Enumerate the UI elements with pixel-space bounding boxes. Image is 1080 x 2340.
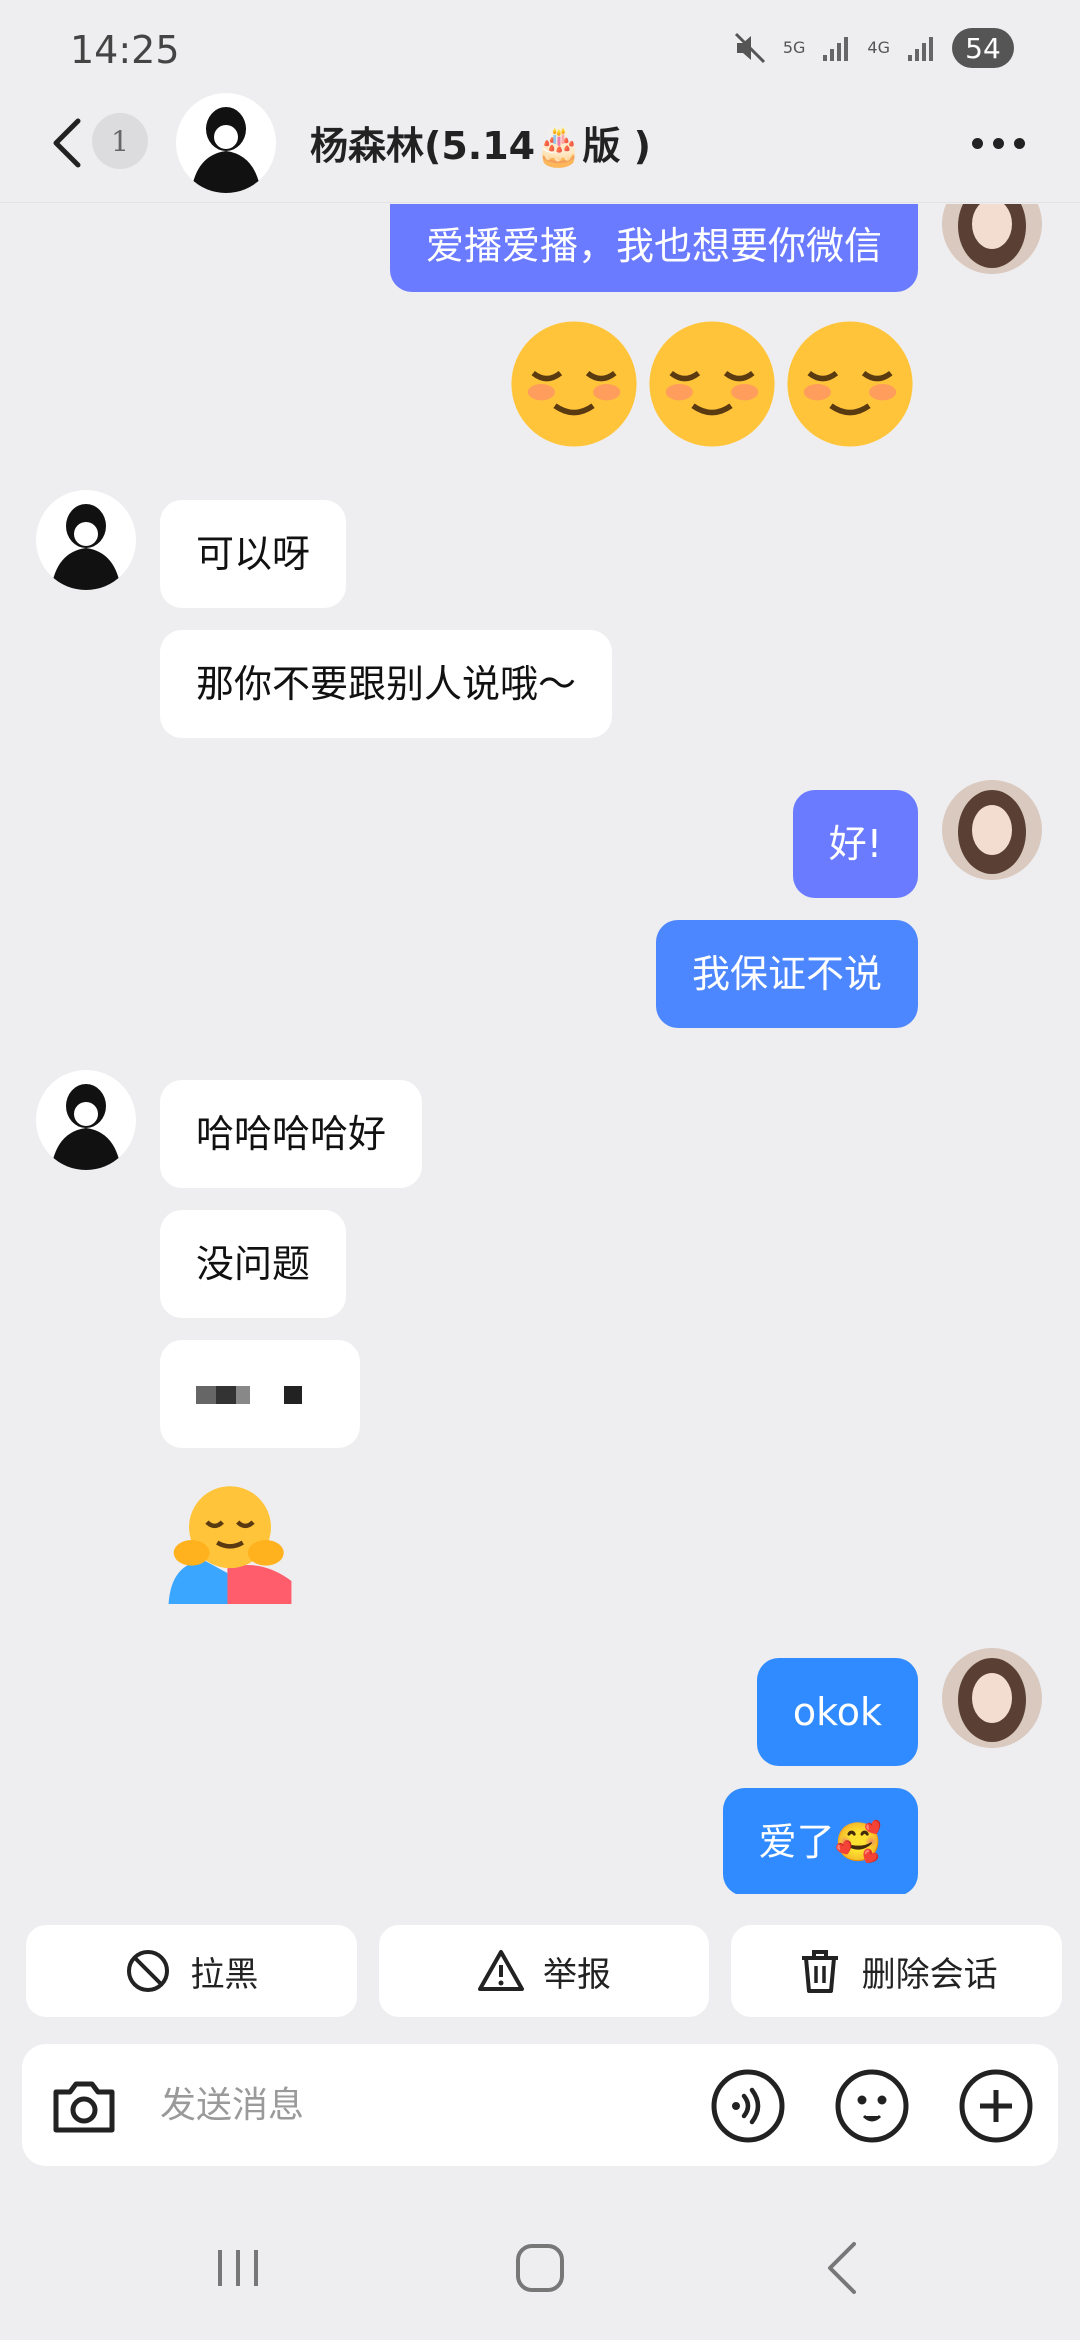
system-navigation-bar [0, 2200, 1080, 2340]
report-label: 举报 [543, 1954, 611, 1995]
message-bubble-out[interactable]: 我保证不说 [655, 920, 918, 1028]
contact-message-avatar[interactable] [36, 490, 136, 590]
status-time: 14:25 [70, 28, 180, 72]
battery-indicator: 54 [952, 28, 1014, 68]
contact-avatar[interactable] [176, 93, 276, 193]
chevron-left-icon[interactable] [48, 113, 88, 173]
more-dot [1014, 137, 1025, 149]
network-5g-label: 5G [782, 38, 806, 57]
warning-icon [478, 1950, 524, 1991]
message-composer [22, 2044, 1058, 2166]
block-button[interactable]: 拉黑 [26, 1925, 357, 2017]
plus-icon[interactable] [958, 2068, 1034, 2144]
relieved-face-emoji[interactable] [506, 316, 642, 452]
signal-icon [823, 37, 849, 61]
contact-name: 杨森林(5.14🎂版 ) [310, 124, 652, 168]
delete-label: 删除会话 [861, 1954, 998, 1995]
network-4g-label: 4G [867, 38, 890, 57]
camera-icon[interactable] [48, 2070, 120, 2142]
message-input[interactable] [160, 2068, 680, 2142]
my-avatar[interactable] [942, 204, 1042, 274]
censored-message-bubble[interactable] [160, 1340, 360, 1448]
report-button[interactable]: 举报 [378, 1925, 710, 2017]
emoji-icon[interactable] [834, 2068, 910, 2144]
trash-icon [801, 1950, 838, 1993]
message-bubble-in[interactable]: 哈哈哈哈好 [160, 1080, 423, 1188]
relieved-face-emoji[interactable] [644, 316, 780, 452]
back-nav-icon[interactable] [814, 2238, 874, 2298]
my-avatar[interactable] [942, 780, 1042, 880]
message-list: 爱播爱播，我也想要你微信 可以呀 那你不要跟别人说哦～ 好! 我保证不说 哈哈哈… [0, 204, 1080, 1894]
message-bubble-in[interactable]: 那你不要跟别人说哦～ [160, 630, 613, 738]
message-bubble-out[interactable]: 好! [792, 790, 918, 898]
message-bubble-in[interactable]: 没问题 [160, 1210, 347, 1318]
recent-apps-icon[interactable] [208, 2238, 268, 2298]
more-dot [972, 137, 983, 149]
more-icon[interactable] [972, 125, 1032, 161]
chat-header: 1 杨森林(5.14🎂版 ) [0, 85, 1080, 203]
unread-badge[interactable]: 1 [92, 113, 148, 169]
message-bubble-in[interactable]: 可以呀 [160, 500, 347, 608]
conversation-actions: 拉黑 举报 删除会话 [26, 1925, 1063, 2017]
chat-screen: 14:25 5G 4G 54 1 杨森林(5.14🎂版) 爱播爱播，我也想要你… [0, 0, 1080, 2340]
signal-icon-2 [908, 37, 933, 61]
message-bubble-out[interactable]: 爱了🥰 [722, 1788, 918, 1894]
home-icon[interactable] [510, 2238, 570, 2298]
message-bubble-out[interactable]: 爱播爱播，我也想要你微信 [389, 204, 918, 292]
contact-message-avatar[interactable] [36, 1070, 136, 1170]
mute-icon [734, 32, 765, 64]
my-avatar[interactable] [942, 1648, 1042, 1748]
block-icon [127, 1950, 170, 1992]
voice-icon[interactable] [710, 2068, 786, 2144]
delete-conversation-button[interactable]: 删除会话 [731, 1925, 1063, 2017]
status-icons: 5G 4G 54 [733, 28, 1014, 68]
more-dot [993, 137, 1004, 149]
hugging-emoji[interactable] [166, 1476, 294, 1604]
message-bubble-out[interactable]: okok [756, 1658, 918, 1766]
relieved-face-emoji[interactable] [782, 316, 918, 452]
block-label: 拉黑 [190, 1954, 259, 1995]
censored-blocks-icon [196, 1386, 302, 1404]
